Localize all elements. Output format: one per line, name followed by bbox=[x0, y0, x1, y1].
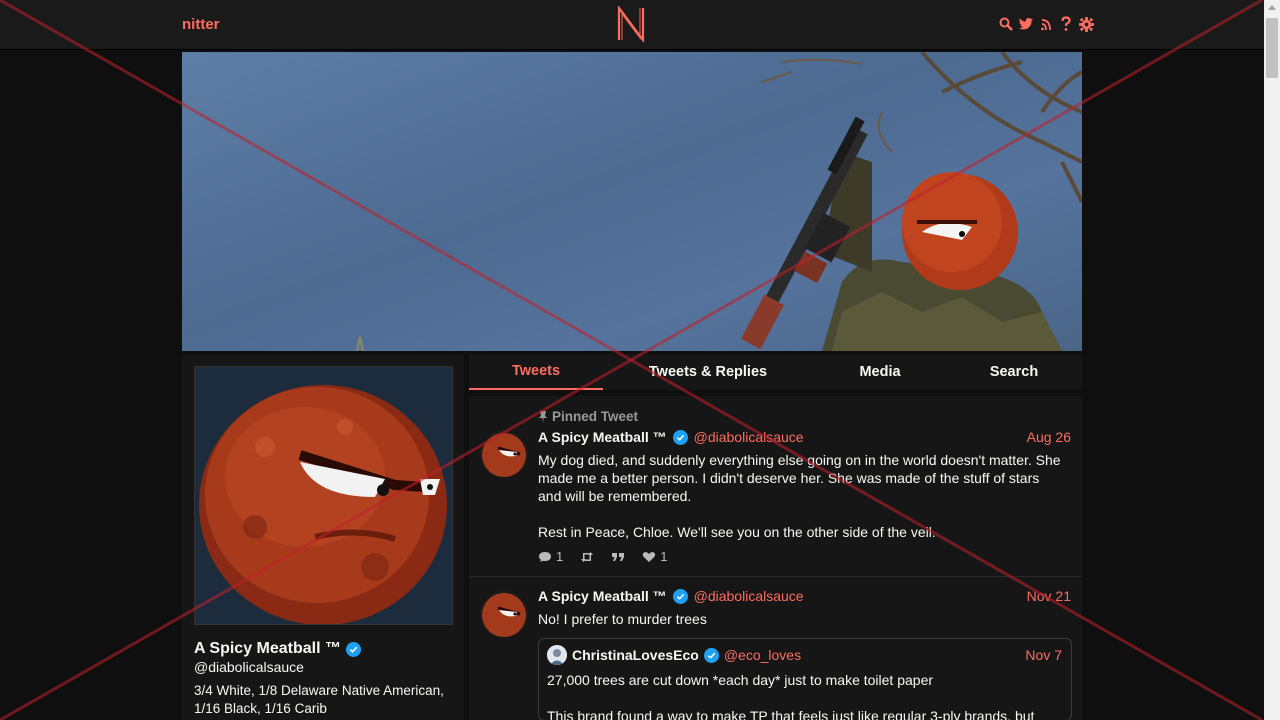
quoted-tweet-blank-line bbox=[547, 689, 1067, 707]
reply-count: 1 bbox=[556, 549, 564, 564]
nitter-logo-icon[interactable] bbox=[617, 4, 645, 44]
quoted-tweet-avatar[interactable] bbox=[547, 645, 567, 665]
verified-badge-icon bbox=[346, 641, 361, 657]
profile-avatar[interactable] bbox=[194, 366, 453, 625]
pin-icon bbox=[538, 410, 548, 423]
tweet-body-line: made me a better person. I didn't deserv… bbox=[538, 470, 1040, 486]
tweet-date[interactable]: Aug 26 bbox=[1027, 429, 1071, 445]
profile-bio-line: 3/4 White, 1/8 Delaware Native American, bbox=[194, 683, 444, 698]
tweet-avatar[interactable] bbox=[480, 430, 528, 478]
tweet-avatar[interactable] bbox=[480, 590, 528, 638]
retweet-icon bbox=[581, 551, 594, 562]
verified-badge-icon bbox=[672, 588, 688, 604]
tab-tweets[interactable]: Tweets bbox=[469, 354, 603, 390]
tweet-author-name[interactable]: A Spicy Meatball ™ bbox=[538, 588, 667, 604]
search-icon[interactable] bbox=[998, 16, 1014, 32]
tweet-list: Pinned Tweet A Spicy Meatball ™ @diaboli… bbox=[469, 396, 1082, 720]
verified-badge-icon bbox=[703, 647, 719, 663]
like-stat[interactable]: 1 bbox=[642, 549, 667, 564]
tweet-stats: 1 1 bbox=[538, 549, 667, 564]
rss-icon[interactable] bbox=[1038, 16, 1054, 32]
quote-icon bbox=[612, 552, 625, 561]
verified-badge-icon bbox=[672, 429, 688, 445]
quoted-tweet-line: 27,000 trees are cut down *each day* jus… bbox=[547, 672, 934, 688]
tweet-author-handle[interactable]: @diabolicalsauce bbox=[694, 429, 804, 445]
scroll-up-arrow[interactable] bbox=[1268, 5, 1276, 10]
profile-bio-line: 1/16 Black, 1/16 Carib bbox=[194, 701, 327, 716]
tweet-body: My dog died, and suddenly everything els… bbox=[538, 451, 1071, 541]
user-avatar-icon bbox=[547, 645, 567, 665]
tweet-header: A Spicy Meatball ™ @diabolicalsauce bbox=[538, 429, 804, 445]
tweet-body-line: My dog died, and suddenly everything els… bbox=[538, 452, 1061, 468]
like-count: 1 bbox=[660, 549, 668, 564]
comment-icon bbox=[539, 551, 551, 562]
timeline: Tweets Tweets & Replies Media Search Pin… bbox=[469, 354, 1082, 720]
profile-name[interactable]: A Spicy Meatball ™ bbox=[194, 640, 361, 658]
quoted-tweet-body: 27,000 trees are cut down *each day* jus… bbox=[547, 671, 1067, 720]
meatball-avatar-image bbox=[195, 367, 452, 624]
retweet-stat[interactable] bbox=[580, 551, 594, 563]
tweet-author-name[interactable]: A Spicy Meatball ™ bbox=[538, 429, 667, 445]
quoted-tweet-line: This brand found a way to make TP that f… bbox=[547, 708, 1035, 720]
profile-handle[interactable]: @diabolicalsauce bbox=[194, 659, 304, 675]
navbar: nitter bbox=[0, 0, 1264, 50]
quoted-tweet-date[interactable]: Nov 7 bbox=[1025, 647, 1062, 663]
quoted-author-handle[interactable]: @eco_loves bbox=[724, 647, 801, 663]
profile-bio: 3/4 White, 1/8 Delaware Native American,… bbox=[194, 682, 458, 718]
tweet-body-blank-line bbox=[538, 505, 1071, 523]
profile-banner[interactable] bbox=[182, 52, 1082, 351]
timeline-tabs: Tweets Tweets & Replies Media Search bbox=[469, 354, 1082, 390]
pinned-label: Pinned Tweet bbox=[538, 409, 638, 424]
profile-card: A Spicy Meatball ™ @diabolicalsauce 3/4 … bbox=[182, 354, 464, 720]
tweet-header: A Spicy Meatball ™ @diabolicalsauce bbox=[538, 588, 804, 604]
tweet-body-line: Rest in Peace, Chloe. We'll see you on t… bbox=[538, 524, 936, 540]
banner-image bbox=[356, 52, 1082, 351]
reply-stat[interactable]: 1 bbox=[538, 549, 563, 564]
quoted-tweet[interactable]: ChristinaLovesEco @eco_loves Nov 7 27,00… bbox=[538, 638, 1072, 720]
tab-media[interactable]: Media bbox=[829, 354, 931, 390]
tweet-date[interactable]: Nov 21 bbox=[1027, 588, 1071, 604]
tweet-avatar-image bbox=[482, 433, 526, 477]
quoted-author-name[interactable]: ChristinaLovesEco bbox=[572, 647, 699, 663]
quoted-tweet-header: ChristinaLovesEco @eco_loves bbox=[547, 645, 801, 665]
tweet-divider bbox=[469, 576, 1082, 577]
tweet-body: No! I prefer to murder trees bbox=[538, 611, 707, 627]
pinned-label-text: Pinned Tweet bbox=[552, 409, 639, 424]
tweet-avatar-image bbox=[482, 593, 526, 637]
tweet-author-handle[interactable]: @diabolicalsauce bbox=[694, 588, 804, 604]
tab-search[interactable]: Search bbox=[969, 354, 1059, 390]
help-icon[interactable] bbox=[1058, 16, 1074, 32]
nav-icons bbox=[998, 16, 1094, 32]
quote-stat[interactable] bbox=[611, 551, 625, 563]
page-scrollbar[interactable] bbox=[1264, 0, 1280, 720]
scroll-thumb[interactable] bbox=[1266, 18, 1278, 78]
heart-icon bbox=[643, 551, 656, 562]
tab-tweets-replies[interactable]: Tweets & Replies bbox=[633, 354, 783, 390]
tweet-body-line: and will be remembered. bbox=[538, 488, 692, 504]
gear-icon[interactable] bbox=[1078, 16, 1094, 32]
nitter-home-link[interactable]: nitter bbox=[182, 16, 220, 33]
profile-name-text: A Spicy Meatball ™ bbox=[194, 640, 341, 657]
twitter-icon[interactable] bbox=[1018, 16, 1034, 32]
